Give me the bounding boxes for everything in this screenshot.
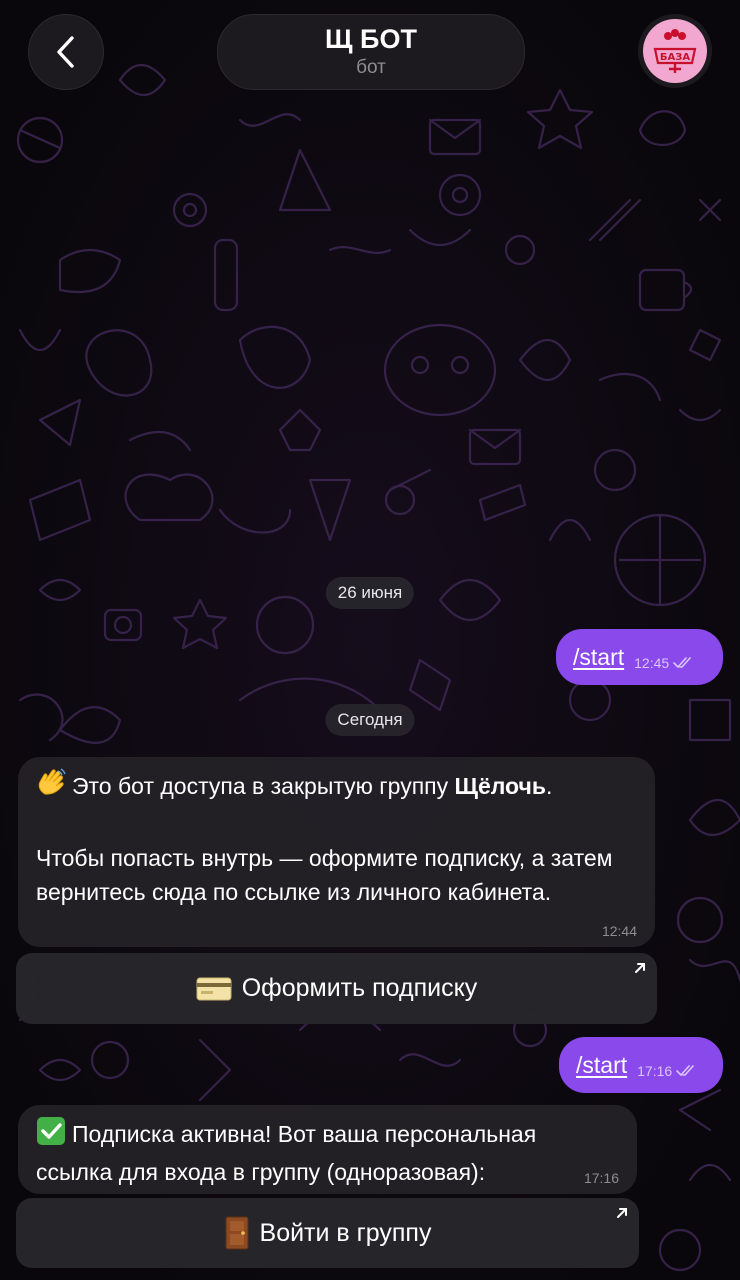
subscribe-button[interactable]: Оформить подписку <box>16 953 657 1024</box>
outgoing-message[interactable]: /start 17:16 <box>559 1037 723 1093</box>
message-paragraph: Чтобы попасть внутрь — оформите подписку… <box>36 845 613 905</box>
command-link[interactable]: /start <box>576 1052 627 1079</box>
message-text: Подписка активна! Вот ваша персональная … <box>36 1116 567 1189</box>
message-time: 17:16 <box>583 1170 619 1186</box>
date-label: Сегодня <box>337 710 403 729</box>
date-separator: 26 июня <box>325 577 415 609</box>
avatar-logo: БАЗА <box>643 19 707 83</box>
door-icon <box>225 1216 249 1250</box>
double-check-icon <box>676 1065 694 1076</box>
chat-title: Щ БОТ <box>325 24 417 55</box>
subscribe-button-label: Оформить подписку <box>241 974 478 1002</box>
join-button-label: Войти в группу <box>259 1218 432 1247</box>
outgoing-message[interactable]: /start 12:45 <box>556 629 723 685</box>
chevron-left-icon <box>57 36 74 68</box>
date-separator: Сегодня <box>325 704 415 736</box>
double-check-icon <box>673 657 691 668</box>
incoming-message: Подписка активна! Вот ваша персональная … <box>18 1105 637 1194</box>
bot-avatar[interactable]: БАЗА <box>638 14 712 88</box>
active-message-text: Подписка активна! Вот ваша персональная … <box>36 1121 537 1185</box>
message-text: Это бот доступа в закрытую группу Щёлочь… <box>36 768 637 807</box>
back-button[interactable] <box>28 14 104 90</box>
command-link[interactable]: /start <box>573 644 624 671</box>
date-label: 26 июня <box>337 583 403 602</box>
chat-title-bar[interactable]: Щ БОТ бот <box>217 14 525 90</box>
message-meta: 17:16 <box>637 1063 696 1079</box>
avatar-text: БАЗА <box>660 52 690 63</box>
check-mark-icon <box>36 1116 66 1155</box>
welcome-line-text: Это бот доступа в закрытую группу <box>72 773 455 799</box>
chat-subtitle: бот <box>356 56 386 78</box>
message-time: 12:44 <box>601 923 637 939</box>
incoming-message: Это бот доступа в закрытую группу Щёлочь… <box>18 757 655 947</box>
external-link-arrow-icon <box>617 1208 627 1218</box>
welcome-line-end: . <box>546 773 553 799</box>
group-name: Щёлочь <box>454 773 547 799</box>
credit-card-icon <box>196 977 232 1000</box>
message-time: 17:16 <box>637 1063 673 1079</box>
external-link-arrow-icon <box>635 963 645 973</box>
message-meta: 12:45 <box>634 655 693 671</box>
join-group-button[interactable]: Войти в группу <box>16 1198 639 1268</box>
message-time: 12:45 <box>634 655 670 671</box>
waving-hand-icon <box>36 768 66 807</box>
